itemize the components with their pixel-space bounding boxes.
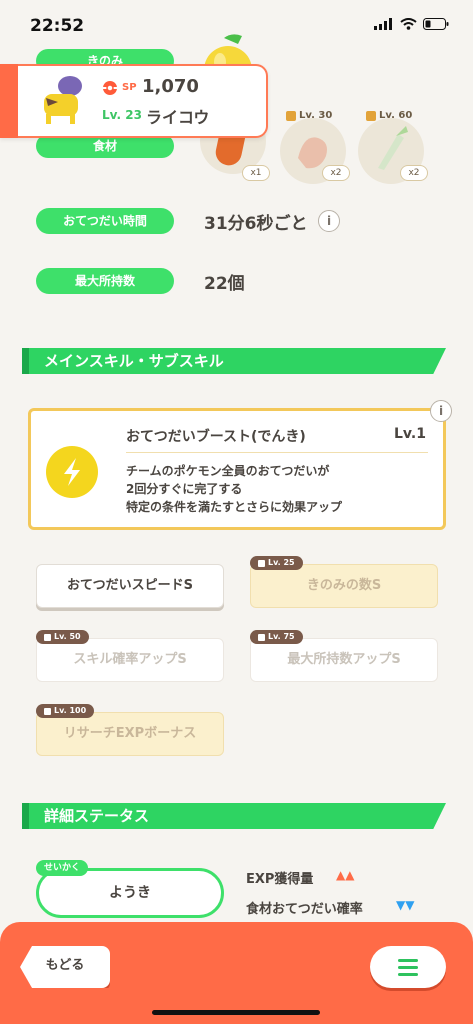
status-time: 22:52: [30, 16, 85, 36]
ingredient-qty-2: x2: [322, 165, 350, 181]
nature-down-arrows: ▼▼: [396, 898, 415, 912]
lock-icon: [44, 707, 51, 715]
sub-skill-5-lock: Lv. 100: [36, 704, 95, 718]
lightning-icon: [64, 458, 80, 486]
lock-icon: [258, 559, 265, 567]
sub-skill-5[interactable]: リサーチEXPボーナス: [36, 712, 224, 756]
detail-status-section-header: 詳細ステータス: [22, 803, 446, 829]
nature-up-arrows: ▲▲: [336, 868, 355, 882]
hamburger-icon: [398, 959, 418, 976]
sub-skill-2-lock: Lv. 25: [250, 556, 303, 570]
help-time-value: 31分6秒ごと: [204, 214, 308, 234]
lock-icon: [44, 633, 51, 641]
max-carry-value: 22個: [204, 274, 245, 294]
status-icons: [374, 18, 449, 30]
header-accent: [0, 64, 18, 138]
home-indicator: [152, 1010, 320, 1015]
nature-up-label: EXP獲得量: [246, 872, 314, 887]
pokemon-icon: [44, 76, 82, 124]
lock-icon: [286, 110, 296, 121]
main-sub-skill-section-header: メインスキル・サブスキル: [22, 348, 446, 374]
max-carry-label: 最大所持数: [36, 268, 174, 294]
sp-label: SP: [122, 82, 137, 93]
sp-value: 1,070: [142, 76, 199, 97]
lock-icon: [366, 110, 376, 121]
signal-icon: [374, 18, 392, 30]
ingredient-lock-3: Lv. 60: [366, 110, 412, 121]
electric-skill-icon: [46, 446, 98, 498]
sp-icon: [103, 81, 117, 95]
lock-icon: [258, 633, 265, 641]
sub-skill-2[interactable]: きのみの数S: [250, 564, 438, 608]
nature-down-label: 食材おてつだい確率: [246, 902, 363, 917]
sub-skill-4[interactable]: 最大所持数アップS: [250, 638, 438, 682]
nature-tag: せいかく: [36, 860, 89, 876]
back-button[interactable]: もどる: [20, 946, 110, 988]
ingredient-qty-1: x1: [242, 165, 270, 181]
wifi-icon: [400, 18, 417, 30]
sub-skill-3[interactable]: スキル確率アップS: [36, 638, 224, 682]
ingredient-lock-2: Lv. 30: [286, 110, 332, 121]
main-skill-description: チームのポケモン全員のおてつだいが 2回分すぐに完了する 特定の条件を満たすとさ…: [126, 464, 343, 514]
main-skill-name: おてつだいブースト(でんき): [126, 429, 306, 445]
pokemon-name: ライコウ: [146, 108, 210, 127]
sub-skill-1[interactable]: おてつだいスピードS: [36, 564, 224, 608]
main-skill-info-icon[interactable]: i: [430, 400, 452, 422]
help-time-label: おてつだい時間: [36, 208, 174, 234]
battery-icon: [423, 18, 449, 30]
ingredient-qty-3: x2: [400, 165, 428, 181]
main-skill-level: Lv.1: [394, 426, 426, 442]
sub-skill-4-lock: Lv. 75: [250, 630, 303, 644]
sub-skill-3-lock: Lv. 50: [36, 630, 89, 644]
menu-button[interactable]: [370, 946, 446, 988]
main-skill-divider: [126, 452, 428, 453]
pokemon-level: Lv. 23: [102, 108, 142, 122]
help-time-info-icon[interactable]: i: [318, 210, 340, 232]
